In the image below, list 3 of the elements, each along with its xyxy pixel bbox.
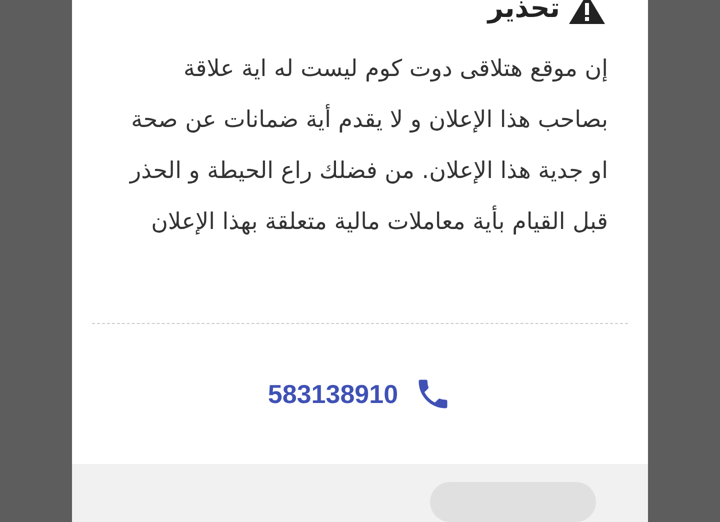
phone-link[interactable]: 583138910 [268,374,398,414]
dialog-title: تحذير [488,0,560,26]
warning-message: إن موقع هتلاقى دوت كوم ليست له اية علاقة بصاحب هذا الإعلان و لا يقدم أية ضمانات عن صحة او جدية هذا الإعلان. من فضلك راع الحيطة و الحذر قبل القيام بأية معاملات مالية متعلقة بهذا الإعلان [128,55,609,238]
